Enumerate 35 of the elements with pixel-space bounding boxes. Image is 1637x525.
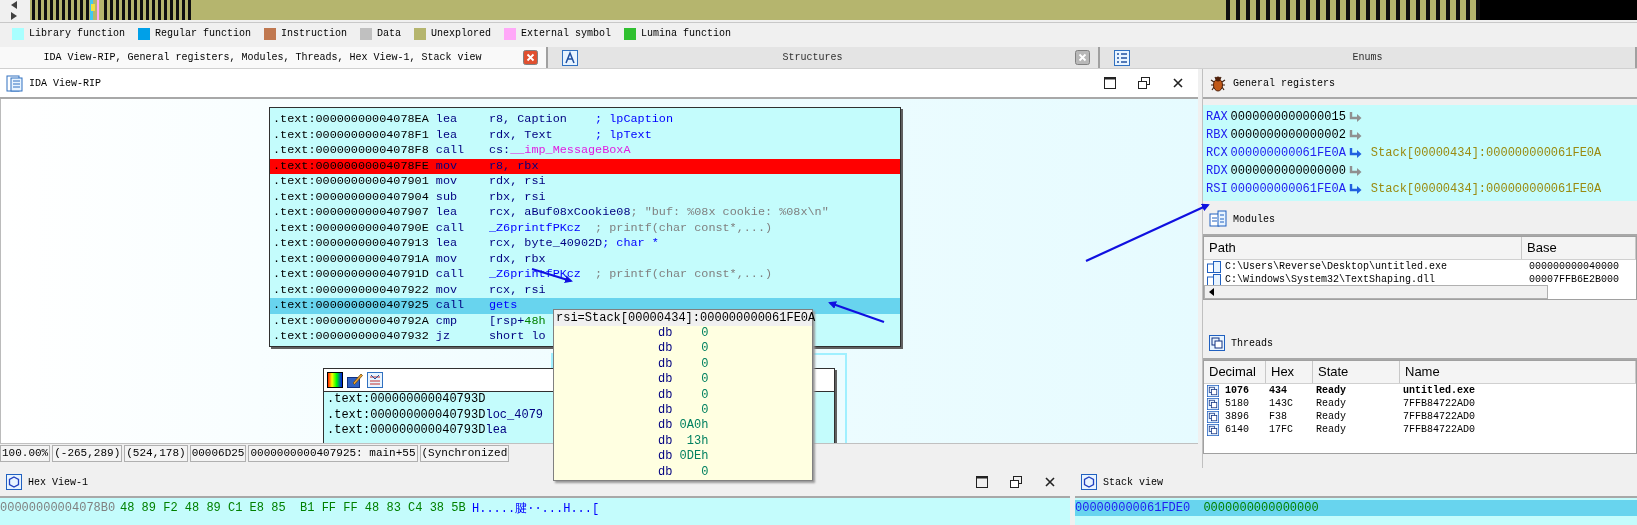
data-line: db 0 [657, 372, 709, 388]
panel-title: General registers [1233, 78, 1336, 89]
legend-label: Instruction [281, 28, 348, 40]
status-field: 100.00% [0, 445, 51, 462]
data-line: db 0A0h [657, 418, 709, 434]
panel-title: IDA View-RIP [29, 78, 101, 89]
panel-title: Stack view [1103, 476, 1163, 488]
register-name: RAX [1206, 110, 1228, 125]
legend-label: Unexplored [431, 28, 492, 40]
register-name: RDX [1206, 164, 1228, 179]
data-line: db 0 [657, 402, 709, 419]
data-line: db 0DEh [657, 449, 709, 465]
data-line: db 0 [657, 464, 709, 480]
data-line: db 0 [657, 341, 709, 357]
panel-title: Threads [1231, 338, 1273, 349]
status-field: (524,178) [124, 445, 188, 462]
status-field: 0000000000407925: main+55 [248, 445, 418, 462]
legend-label: Regular function [155, 28, 252, 40]
data-line: db 0 [657, 387, 709, 403]
legend-label: Lumina function [641, 28, 732, 40]
status-field: (-265,289) [52, 445, 123, 462]
data-line: db 13h [657, 433, 709, 450]
data-line: db 0 [657, 326, 709, 342]
status-field: 00006D25 [189, 445, 247, 462]
legend-label: External symbol [521, 28, 612, 40]
register-name: RBX [1206, 128, 1228, 143]
legend-label: Data [377, 28, 402, 40]
panel-title: Hex View-1 [28, 476, 88, 488]
register-name: RCX [1206, 146, 1228, 161]
data-line: db 0 [657, 356, 709, 373]
status-field: (Synchronized [419, 445, 510, 462]
register-name: RSI [1206, 182, 1228, 197]
panel-title: Modules [1233, 214, 1275, 225]
legend-label: Library function [29, 28, 125, 40]
hex-address: 00000000004078B0 [0, 501, 117, 516]
